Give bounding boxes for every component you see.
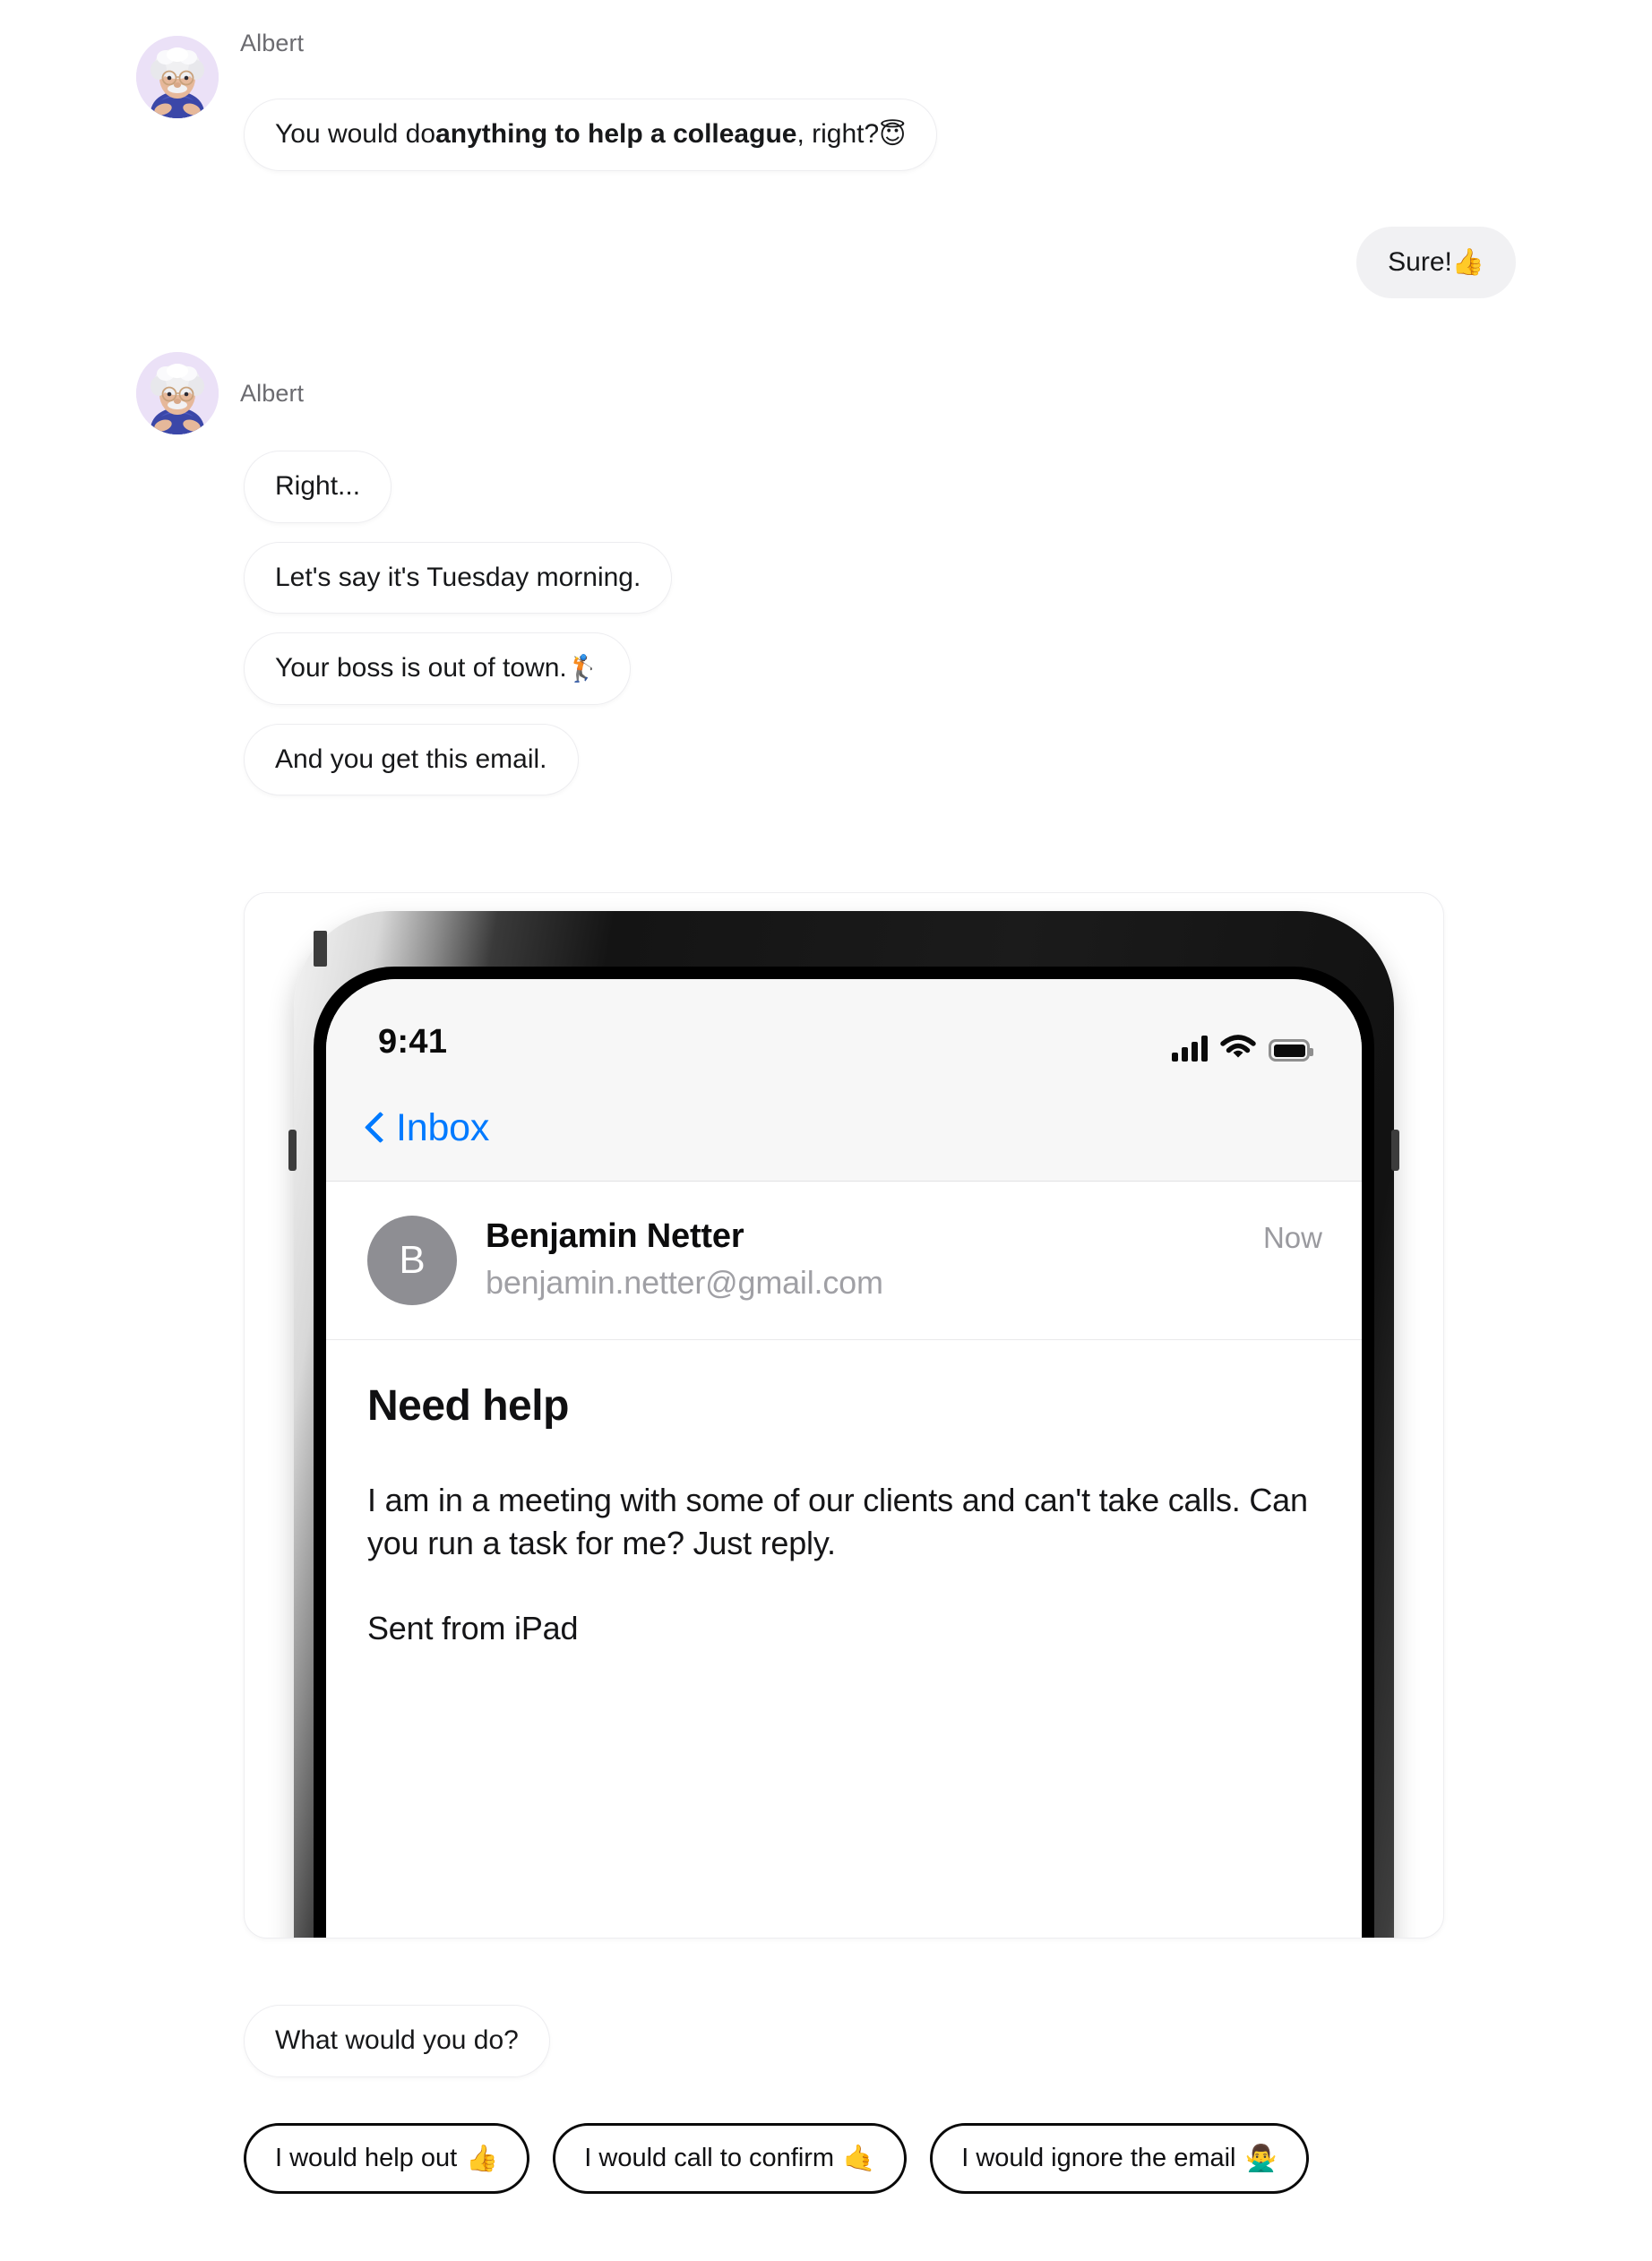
email-signature: Sent from iPad bbox=[367, 1609, 579, 1646]
choice-call-to-confirm-button[interactable]: I would call to confirm 🤙 bbox=[553, 2123, 908, 2194]
choice-ignore-email-button[interactable]: I would ignore the email 🙅‍♂️ bbox=[930, 2123, 1309, 2194]
chevron-left-icon[interactable] bbox=[366, 1113, 383, 1144]
message-text: Sure! bbox=[1388, 246, 1452, 277]
bubble-row: You would do anything to help a colleagu… bbox=[0, 99, 1652, 171]
bubble-row: Let's say it's Tuesday morning. bbox=[0, 541, 1652, 614]
email-message-text: I am in a meeting with some of our clien… bbox=[367, 1482, 1308, 1561]
message-text: Your boss is out of town. bbox=[275, 653, 567, 683]
email-sender-meta: Benjamin Netter benjamin.netter@gmail.co… bbox=[457, 1216, 1263, 1303]
message-bubble[interactable]: You would do anything to help a colleagu… bbox=[244, 99, 938, 171]
phone-antenna-band bbox=[314, 931, 327, 967]
message-text: Let's say it's Tuesday morning. bbox=[275, 562, 641, 592]
status-bar-time: 9:41 bbox=[378, 1023, 448, 1061]
message-bubble-self[interactable]: Sure! 👍 bbox=[1356, 226, 1516, 298]
message-bubble[interactable]: And you get this email. bbox=[244, 723, 579, 795]
thumbs-up-emoji: 👍 bbox=[466, 2143, 499, 2173]
email-sender-address: benjamin.netter@gmail.com bbox=[486, 1263, 883, 1301]
halo-face-emoji: 😇 bbox=[879, 118, 907, 150]
choice-label: I would ignore the email bbox=[961, 2144, 1236, 2172]
email-timestamp: Now bbox=[1262, 1221, 1322, 1254]
call-me-hand-emoji: 🤙 bbox=[843, 2143, 876, 2173]
message-text-bold: anything to help a colleague bbox=[435, 119, 797, 149]
battery-full-icon bbox=[1269, 1039, 1313, 1062]
phone-silent-switch[interactable] bbox=[288, 1130, 297, 1171]
albert-memoji-avatar bbox=[136, 352, 219, 434]
message-bubble-closing[interactable]: What would you do? bbox=[244, 2005, 550, 2077]
sender-row: Albert bbox=[0, 0, 1652, 86]
email-subject: Need help bbox=[367, 1382, 569, 1430]
choice-help-out-button[interactable]: I would help out 👍 bbox=[244, 2123, 530, 2194]
message-bubble[interactable]: Let's say it's Tuesday morning. bbox=[244, 541, 673, 614]
chat-screen: Albert You would do anything to help a c… bbox=[0, 0, 1652, 2261]
mail-navbar: Inbox bbox=[326, 1076, 1362, 1182]
email-body: Need help I am in a meeting with some of… bbox=[326, 1340, 1362, 1647]
message-text: What would you do? bbox=[275, 2025, 519, 2055]
message-group-albert-1: Albert You would do anything to help a c… bbox=[0, 0, 1652, 171]
person-gesturing-no-emoji: 🙅‍♂️ bbox=[1244, 2143, 1278, 2173]
cellular-signal-icon bbox=[1172, 1035, 1208, 1062]
sender-avatar: B bbox=[367, 1216, 457, 1305]
albert-memoji-avatar bbox=[136, 36, 219, 118]
choice-label: I would call to confirm bbox=[584, 2144, 835, 2172]
message-group-albert-2: Albert Right... Let's say it's Tuesday m… bbox=[0, 350, 1652, 795]
status-bar-icons bbox=[1172, 1035, 1313, 1062]
phone-screen: 9:41 Inbox B Benjamin Netter benjamin.ne… bbox=[326, 979, 1362, 1938]
status-bar: 9:41 bbox=[326, 979, 1362, 1076]
chat-stream: Albert You would do anything to help a c… bbox=[0, 0, 1652, 795]
bubble-row-self: Sure! 👍 bbox=[0, 226, 1652, 298]
message-text-prefix: You would do bbox=[275, 119, 436, 149]
choice-label: I would help out bbox=[275, 2144, 458, 2172]
message-text: Right... bbox=[275, 471, 361, 501]
closing-bubble-row: What would you do? bbox=[0, 2005, 1652, 2077]
email-header: B Benjamin Netter benjamin.netter@gmail.… bbox=[326, 1182, 1362, 1340]
bubble-row: Your boss is out of town. 🏌️ bbox=[0, 632, 1652, 705]
phone-mockup-card: 9:41 Inbox B Benjamin Netter benjamin.ne… bbox=[244, 892, 1444, 1939]
wifi-icon bbox=[1220, 1035, 1256, 1062]
golfer-emoji: 🏌️ bbox=[566, 652, 599, 683]
message-text: And you get this email. bbox=[275, 744, 547, 774]
sender-row: Albert bbox=[0, 350, 1652, 436]
choice-buttons: I would help out 👍 I would call to confi… bbox=[244, 2123, 1309, 2194]
message-group-self: Sure! 👍 bbox=[0, 226, 1652, 298]
bubble-row: And you get this email. bbox=[0, 723, 1652, 795]
phone-power-button[interactable] bbox=[1391, 1130, 1399, 1171]
bubble-row: Right... bbox=[0, 451, 1652, 523]
email-sender-name: Benjamin Netter bbox=[486, 1217, 744, 1255]
thumbs-up-emoji: 👍 bbox=[1451, 246, 1484, 278]
message-bubble[interactable]: Right... bbox=[244, 451, 392, 523]
message-text-suffix: , right? bbox=[796, 119, 880, 149]
message-bubble[interactable]: Your boss is out of town. 🏌️ bbox=[244, 632, 631, 705]
back-to-inbox-link[interactable]: Inbox bbox=[396, 1106, 489, 1150]
iphone-frame: 9:41 Inbox B Benjamin Netter benjamin.ne… bbox=[288, 911, 1399, 1938]
phone-bezel: 9:41 Inbox B Benjamin Netter benjamin.ne… bbox=[314, 967, 1374, 1938]
